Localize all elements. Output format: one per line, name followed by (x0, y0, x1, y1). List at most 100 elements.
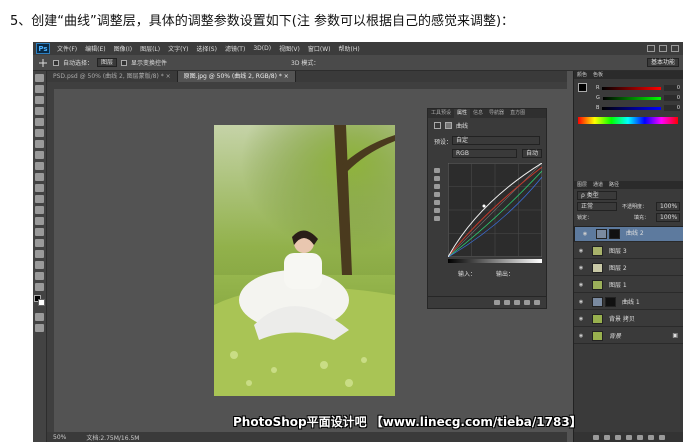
menu-edit[interactable]: 编辑(E) (81, 44, 109, 53)
g-value[interactable]: 0 (664, 95, 680, 101)
tab-channels[interactable]: 通道 (593, 181, 603, 189)
stamp-icon[interactable] (35, 162, 44, 170)
reset-icon[interactable] (514, 300, 520, 305)
background-swatch[interactable] (37, 299, 45, 306)
layer-row[interactable]: ◉ 图层 2 (574, 260, 683, 276)
layer-row[interactable]: ◉ 图层 3 (574, 243, 683, 259)
menu-select[interactable]: 选择(S) (192, 44, 221, 53)
pen-icon[interactable] (35, 228, 44, 236)
maximize-icon[interactable] (659, 45, 667, 52)
close-icon[interactable] (671, 45, 679, 52)
eye-icon[interactable]: ◉ (577, 333, 585, 339)
menu-type[interactable]: 文字(Y) (164, 44, 192, 53)
opacity-field[interactable]: 100% (656, 202, 680, 211)
healing-icon[interactable] (35, 140, 44, 148)
tab-paths[interactable]: 路径 (609, 181, 619, 189)
layer-row[interactable]: ◉ 曲线 1 (574, 294, 683, 310)
g-slider[interactable] (602, 96, 661, 100)
menu-file[interactable]: 文件(F) (53, 44, 81, 53)
fill-field[interactable]: 100% (656, 213, 680, 222)
shape-icon[interactable] (35, 261, 44, 269)
tab-color[interactable]: 颜色 (577, 71, 587, 79)
color-foreground[interactable] (578, 83, 587, 92)
mask-thumb[interactable] (609, 229, 620, 239)
layer-row[interactable]: ◉ 背景 ▣ (574, 328, 683, 344)
visibility-icon[interactable] (524, 300, 530, 305)
mask-icon[interactable] (445, 122, 452, 129)
b-value[interactable]: 0 (664, 105, 680, 111)
new-adjustment-icon[interactable] (626, 434, 632, 440)
r-value[interactable]: 0 (664, 85, 680, 91)
layer-row[interactable]: ◉ 曲线 2 (574, 226, 683, 242)
menu-layer[interactable]: 图层(L) (136, 44, 164, 53)
eye-icon[interactable]: ◉ (577, 299, 585, 305)
black-point-eyedropper-icon[interactable] (434, 176, 440, 181)
smooth-icon[interactable] (434, 216, 440, 221)
tab-info[interactable]: 信息 (470, 109, 486, 118)
eye-icon[interactable]: ◉ (577, 248, 585, 254)
trash-icon[interactable] (534, 300, 540, 305)
path-select-icon[interactable] (35, 250, 44, 258)
r-slider[interactable] (602, 86, 661, 90)
quick-select-icon[interactable] (35, 107, 44, 115)
color-spectrum[interactable] (578, 117, 678, 124)
lasso-icon[interactable] (35, 96, 44, 104)
delete-layer-icon[interactable] (659, 434, 665, 440)
view-previous-icon[interactable] (504, 300, 510, 305)
type-icon[interactable] (35, 239, 44, 247)
tab-properties[interactable]: 属性 (454, 109, 471, 118)
quick-mask-icon[interactable] (35, 313, 44, 321)
fx-icon[interactable] (604, 434, 610, 440)
workspace-dropdown[interactable]: 基本功能 (646, 58, 679, 67)
eraser-icon[interactable] (35, 184, 44, 192)
layer-row[interactable]: ◉ 背景 拷贝 (574, 311, 683, 327)
tab-layers[interactable]: 图层 (577, 181, 587, 189)
eye-icon[interactable]: ◉ (581, 230, 589, 238)
minimize-icon[interactable] (647, 45, 655, 52)
auto-button[interactable]: 自动 (522, 149, 542, 158)
blend-mode-dropdown[interactable]: 正常 (577, 202, 617, 211)
menu-help[interactable]: 帮助(H) (335, 44, 364, 53)
blur-icon[interactable] (35, 206, 44, 214)
eye-icon[interactable]: ◉ (577, 265, 585, 271)
crop-icon[interactable] (35, 118, 44, 126)
channel-dropdown[interactable]: RGB (452, 149, 517, 158)
tab-tool-presets[interactable]: 工具预设 (428, 109, 454, 118)
tab-original-jpg[interactable]: 原图.jpg @ 50% (曲线 2, RGB/8) * × (177, 71, 296, 82)
dodge-icon[interactable] (35, 217, 44, 225)
menu-view[interactable]: 视图(V) (275, 44, 304, 53)
folder-icon[interactable] (637, 434, 643, 440)
brush-icon[interactable] (35, 151, 44, 159)
menu-image[interactable]: 图像(I) (110, 44, 136, 53)
tab-navigator[interactable]: 导航器 (486, 109, 507, 118)
mask-thumb[interactable] (605, 296, 616, 307)
tab-histogram[interactable]: 直方图 (507, 109, 528, 118)
on-image-adjust-icon[interactable] (434, 168, 440, 173)
white-point-eyedropper-icon[interactable] (434, 192, 440, 197)
move-icon[interactable] (35, 74, 44, 82)
color-swatches[interactable] (33, 295, 46, 307)
menu-filter[interactable]: 滤镜(T) (221, 44, 249, 53)
zoom-icon[interactable] (35, 283, 44, 291)
gray-point-eyedropper-icon[interactable] (434, 184, 440, 189)
canvas-photo[interactable] (214, 125, 395, 396)
curves-graph[interactable] (448, 163, 542, 257)
clip-icon[interactable] (494, 300, 500, 305)
b-slider[interactable] (602, 106, 661, 110)
move-tool-icon[interactable] (37, 58, 49, 68)
menu-window[interactable]: 窗口(W) (304, 44, 335, 53)
history-brush-icon[interactable] (35, 173, 44, 181)
layer-row[interactable]: ◉ 图层 1 (574, 277, 683, 293)
eyedropper-icon[interactable] (35, 129, 44, 137)
zoom-level[interactable]: 50% (53, 434, 66, 441)
tab-swatches[interactable]: 色板 (593, 71, 603, 79)
preset-dropdown[interactable]: 自定 (452, 136, 540, 145)
curve-point-icon[interactable] (434, 200, 440, 205)
new-layer-icon[interactable] (648, 434, 654, 440)
tab-psd[interactable]: PSD.psd @ 50% (曲线 2, 图层蒙版/8) * × (47, 71, 178, 82)
menu-3d[interactable]: 3D(D) (249, 45, 275, 52)
gradient-icon[interactable] (35, 195, 44, 203)
link-icon[interactable] (593, 434, 599, 440)
hand-icon[interactable] (35, 272, 44, 280)
auto-select-checkbox[interactable] (53, 59, 59, 66)
